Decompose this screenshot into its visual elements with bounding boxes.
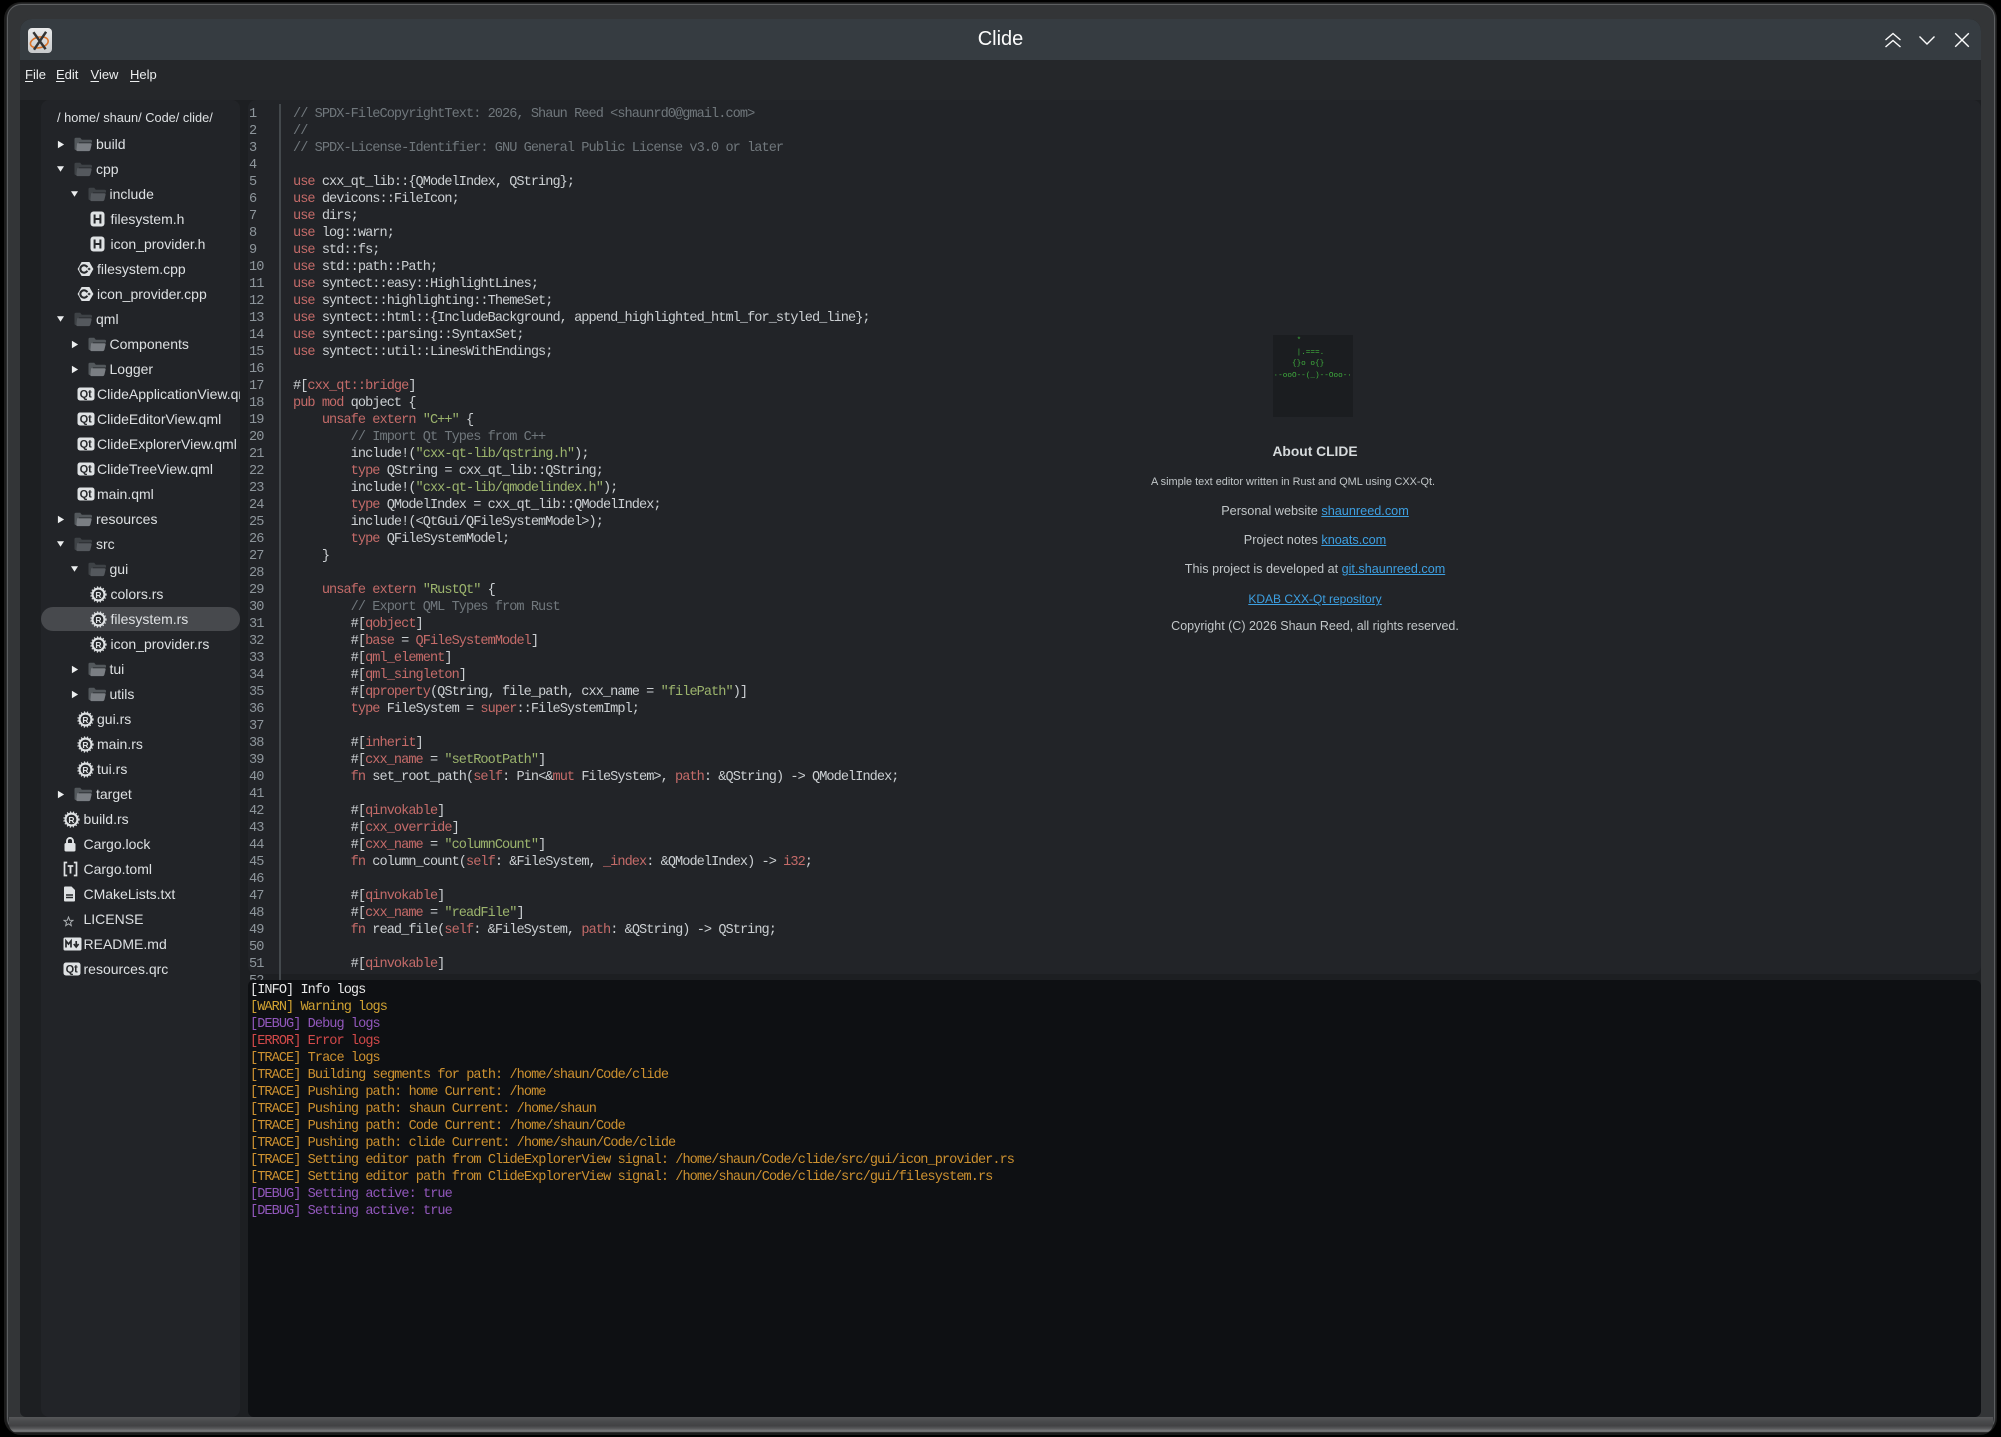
svg-text:Qt: Qt [79, 389, 92, 401]
svg-text:Qt: Qt [79, 489, 92, 501]
svg-text:Qt: Qt [79, 439, 92, 451]
svg-text:R: R [95, 614, 101, 624]
svg-text:R: R [82, 714, 88, 724]
svg-text:R: R [95, 639, 101, 649]
svg-text:Qt: Qt [79, 464, 92, 476]
svg-text:R: R [82, 764, 88, 774]
svg-text:R: R [68, 814, 74, 824]
svg-text:R: R [95, 589, 101, 599]
svg-text:R: R [82, 739, 88, 749]
svg-text:Qt: Qt [79, 414, 92, 426]
svg-text:Qt: Qt [66, 964, 79, 976]
